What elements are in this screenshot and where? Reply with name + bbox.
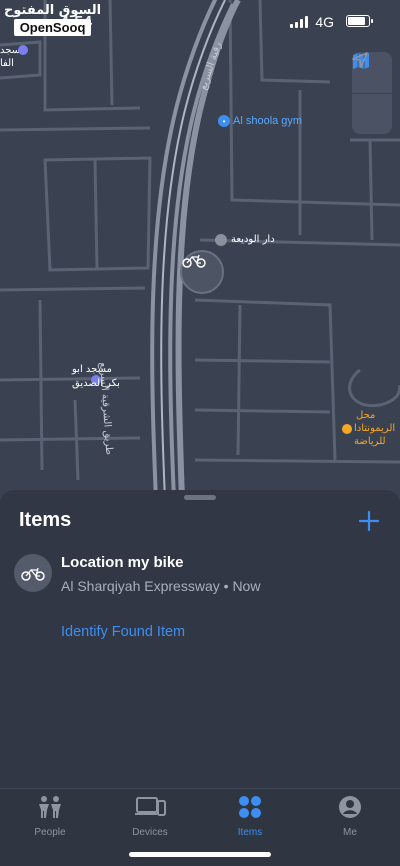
tab-items-label: Items bbox=[237, 827, 263, 838]
add-item-button[interactable] bbox=[356, 508, 382, 534]
map-view[interactable]: مسجد الفا • Al shoola gym دار الوديعة مس… bbox=[0, 0, 400, 500]
tab-me[interactable]: Me bbox=[310, 795, 390, 838]
devices-icon bbox=[135, 797, 166, 816]
item-row-bike[interactable]: Location my bike Al Sharqiyah Expressway… bbox=[14, 550, 386, 606]
mosque-pin-icon bbox=[18, 45, 28, 55]
sheet-grabber[interactable] bbox=[184, 495, 216, 500]
dar-label: دار الوديعة bbox=[231, 234, 275, 245]
shop-label-line3: للرياضة bbox=[354, 436, 386, 447]
status-bar: 4:54 السوق المفتوح OpenSooq 4G bbox=[0, 0, 400, 44]
home-indicator bbox=[129, 852, 271, 857]
bike-icon bbox=[21, 567, 45, 581]
battery-icon bbox=[346, 15, 373, 27]
bike-map-pin[interactable] bbox=[180, 250, 224, 294]
gym-label: Al shoola gym bbox=[233, 115, 303, 127]
tab-people-label: People bbox=[34, 827, 66, 838]
item-avatar bbox=[14, 554, 52, 592]
sheet-title: Items bbox=[19, 509, 72, 531]
mosque-left-line2: الفا bbox=[0, 58, 14, 69]
shop-pin-icon bbox=[342, 424, 352, 434]
mosque-label-line2: بكر الصديق bbox=[72, 378, 120, 389]
item-time: Now bbox=[232, 578, 261, 594]
watermark-english: OpenSooq bbox=[13, 19, 92, 36]
item-name: Location my bike bbox=[61, 554, 184, 571]
opensooq-watermark: السوق المفتوح OpenSooq bbox=[4, 4, 101, 36]
tab-devices-label: Devices bbox=[132, 827, 168, 838]
shop-label-line2: الريمونتادا bbox=[354, 423, 396, 434]
plus-icon bbox=[358, 510, 380, 532]
location-arrow-icon bbox=[352, 52, 368, 68]
item-separator: • bbox=[219, 578, 233, 594]
items-icon bbox=[239, 796, 261, 818]
tab-items[interactable]: Items bbox=[210, 795, 290, 838]
tab-me-label: Me bbox=[343, 827, 357, 838]
watermark-arabic: السوق المفتوح bbox=[4, 3, 102, 18]
signal-icon bbox=[290, 16, 308, 28]
shop-label-line1: محل bbox=[356, 410, 376, 421]
identify-found-item-link[interactable]: Identify Found Item bbox=[61, 624, 185, 640]
dumbbell-icon: • bbox=[218, 115, 230, 127]
item-location: Al Sharqiyah Expressway bbox=[61, 578, 220, 594]
people-icon bbox=[39, 796, 61, 818]
tab-people[interactable]: People bbox=[10, 795, 90, 838]
building-icon bbox=[215, 234, 227, 246]
network-type: 4G bbox=[315, 14, 334, 30]
locate-me-button[interactable] bbox=[352, 52, 392, 135]
tab-devices[interactable]: Devices bbox=[110, 795, 190, 838]
item-subtitle: Al Sharqiyah Expressway • Now bbox=[61, 578, 260, 594]
me-icon bbox=[339, 796, 361, 818]
map-controls bbox=[352, 52, 392, 134]
bike-icon bbox=[182, 254, 206, 268]
